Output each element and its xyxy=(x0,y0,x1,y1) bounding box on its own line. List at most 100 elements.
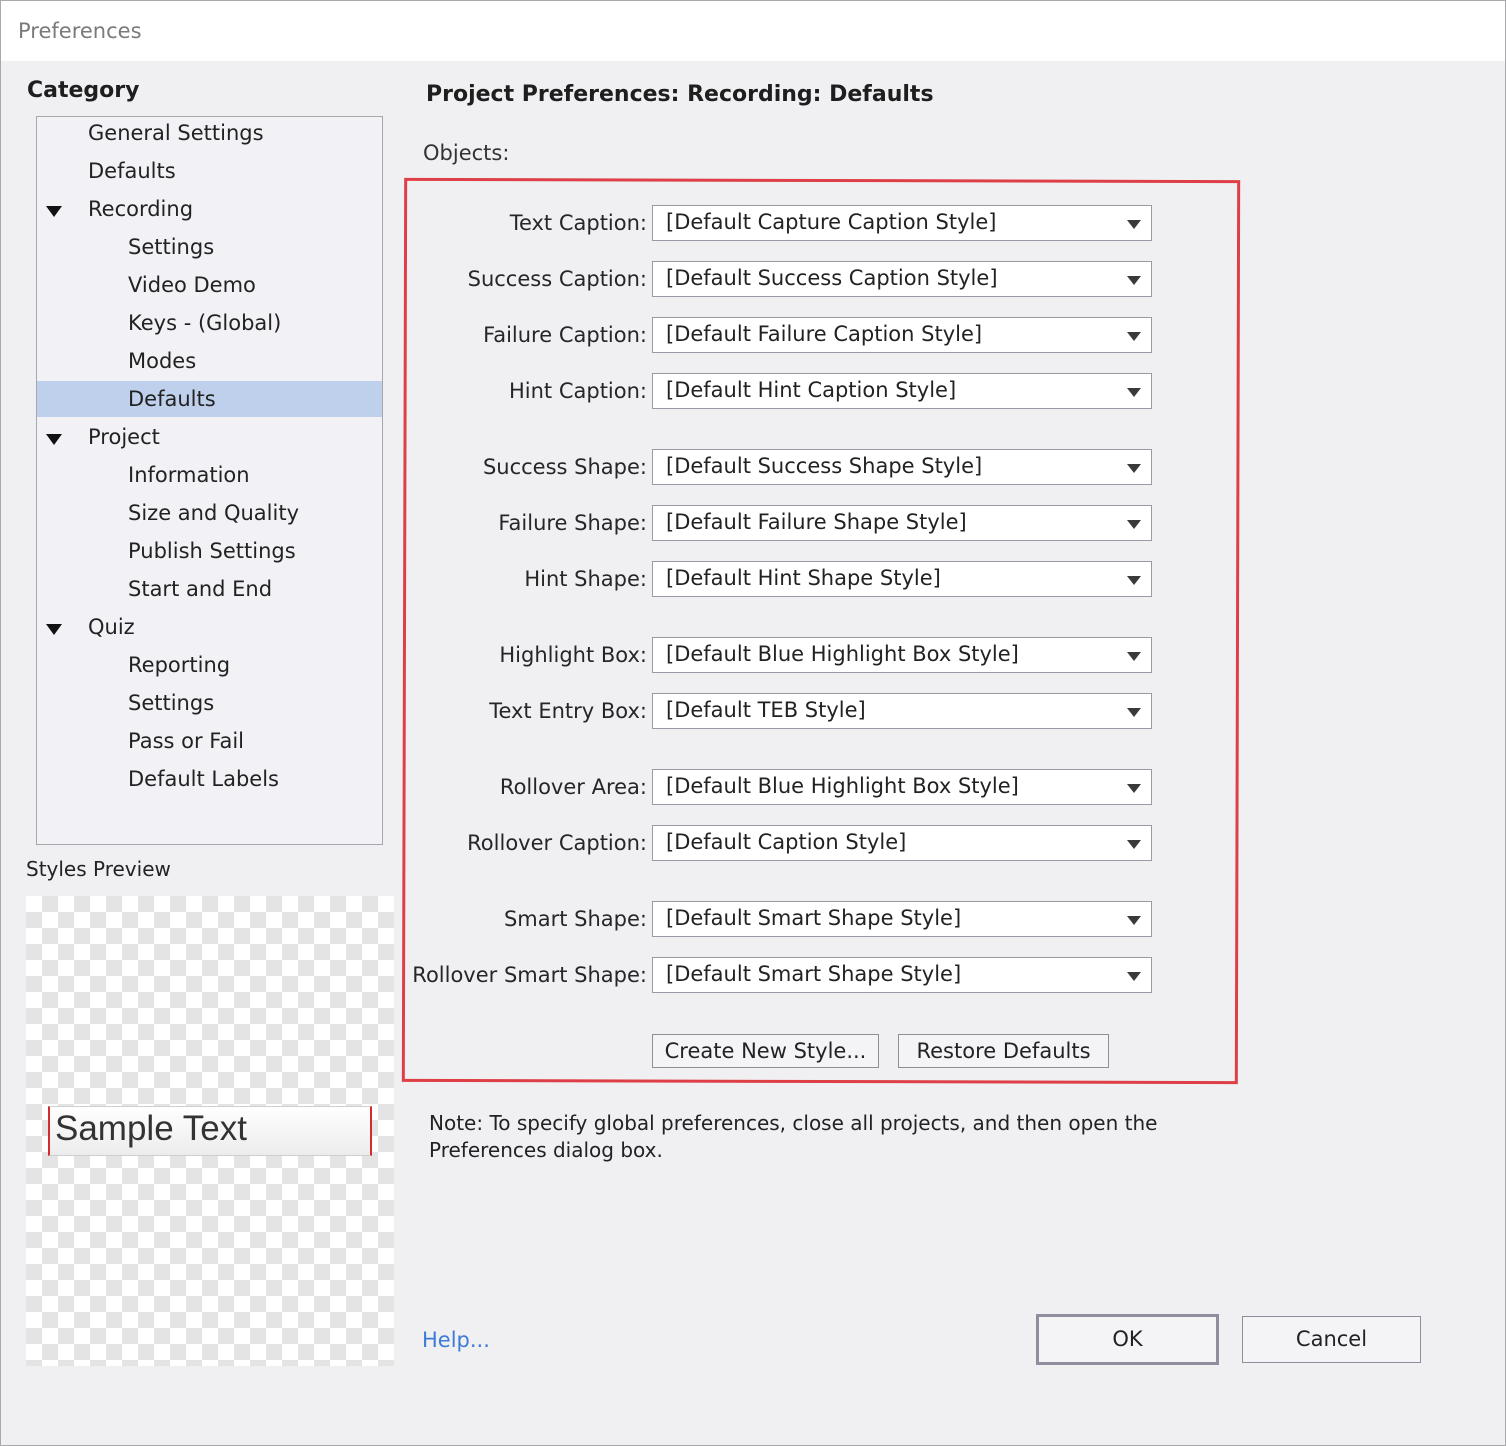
tree-item-settings[interactable]: Settings xyxy=(37,229,382,265)
tree-item-label: Project xyxy=(88,425,160,449)
style-dropdown[interactable]: [Default Capture Caption Style] xyxy=(652,205,1152,241)
tree-item-label: Information xyxy=(128,463,250,487)
style-dropdown[interactable]: [Default Failure Caption Style] xyxy=(652,317,1152,353)
tree-item-start-and-end[interactable]: Start and End xyxy=(37,571,382,607)
dropdown-caret-icon[interactable] xyxy=(1127,332,1141,341)
dropdown-caret-icon[interactable] xyxy=(1127,916,1141,925)
tree-item-recording[interactable]: Recording xyxy=(37,191,382,227)
tree-item-label: Settings xyxy=(128,235,215,259)
tree-item-label: Settings xyxy=(128,691,215,715)
dropdown-value: [Default Success Shape Style] xyxy=(666,454,983,478)
dropdown-value: [Default Failure Shape Style] xyxy=(666,510,967,534)
tree-item-publish-settings[interactable]: Publish Settings xyxy=(37,533,382,569)
tree-item-label: Reporting xyxy=(128,653,231,677)
dropdown-caret-icon[interactable] xyxy=(1127,784,1141,793)
restore-defaults-button[interactable]: Restore Defaults xyxy=(898,1034,1109,1068)
tree-item-label: Quiz xyxy=(88,615,135,639)
dropdown-caret-icon[interactable] xyxy=(1127,576,1141,585)
tree-item-project[interactable]: Project xyxy=(37,419,382,455)
style-dropdown[interactable]: [Default Success Shape Style] xyxy=(652,449,1152,485)
tree-item-label: Defaults xyxy=(128,387,216,411)
tree-item-label: Modes xyxy=(128,349,197,373)
tree-item-label: Keys - (Global) xyxy=(128,311,282,335)
tree-item-pass-or-fail[interactable]: Pass or Fail xyxy=(37,723,382,759)
row-label: Success Shape: xyxy=(482,455,647,479)
expand-arrow-icon[interactable] xyxy=(46,206,62,217)
tree-item-label: Publish Settings xyxy=(128,539,296,563)
style-dropdown[interactable]: [Default Blue Highlight Box Style] xyxy=(652,769,1152,805)
style-dropdown[interactable]: [Default Smart Shape Style] xyxy=(652,901,1152,937)
styles-preview: Sample Text xyxy=(26,896,394,1366)
row-label: Highlight Box: xyxy=(499,643,647,667)
category-tree[interactable]: General Settings Defaults Recording Setting… xyxy=(36,116,383,845)
dropdown-caret-icon[interactable] xyxy=(1127,708,1141,717)
tree-item-defaults[interactable]: Defaults xyxy=(37,381,382,417)
dropdown-caret-icon[interactable] xyxy=(1127,276,1141,285)
tree-item-label: General Settings xyxy=(88,121,264,145)
row-label: Success Caption: xyxy=(467,267,647,291)
style-dropdown[interactable]: [Default Smart Shape Style] xyxy=(652,957,1152,993)
row-label: Rollover Smart Shape: xyxy=(412,963,647,987)
cancel-button[interactable]: Cancel xyxy=(1242,1316,1421,1363)
dropdown-value: [Default Caption Style] xyxy=(666,830,907,854)
tree-item-label: Default Labels xyxy=(128,767,279,791)
row-label: Text Caption: xyxy=(509,211,647,235)
style-dropdown[interactable]: [Default Blue Highlight Box Style] xyxy=(652,637,1152,673)
style-dropdown[interactable]: [Default Caption Style] xyxy=(652,825,1152,861)
dropdown-value: [Default Blue Highlight Box Style] xyxy=(666,774,1019,798)
objects-label: Objects: xyxy=(423,141,510,165)
annotation-highlight-box xyxy=(401,177,1241,1085)
sample-text: Sample Text xyxy=(55,1109,247,1148)
tree-item-default-labels[interactable]: Default Labels xyxy=(37,761,382,797)
tree-item-video-demo[interactable]: Video Demo xyxy=(37,267,382,303)
expand-arrow-icon[interactable] xyxy=(46,624,62,635)
create-new-style-button[interactable]: Create New Style... xyxy=(652,1034,879,1068)
row-label: Hint Caption: xyxy=(508,379,647,403)
row-label: Hint Shape: xyxy=(524,567,647,591)
tree-item-modes[interactable]: Modes xyxy=(37,343,382,379)
tree-item-settings[interactable]: Settings xyxy=(37,685,382,721)
row-label: Failure Shape: xyxy=(498,511,647,535)
dropdown-caret-icon[interactable] xyxy=(1127,388,1141,397)
tree-item-defaults[interactable]: Defaults xyxy=(37,153,382,189)
style-dropdown[interactable]: [Default Success Caption Style] xyxy=(652,261,1152,297)
dropdown-value: [Default Hint Caption Style] xyxy=(666,378,957,402)
styles-preview-label: Styles Preview xyxy=(26,857,171,881)
dropdown-caret-icon[interactable] xyxy=(1127,972,1141,981)
style-dropdown[interactable]: [Default Hint Shape Style] xyxy=(652,561,1152,597)
dropdown-value: [Default Hint Shape Style] xyxy=(666,566,941,590)
row-label: Rollover Caption: xyxy=(467,831,647,855)
tree-item-label: Start and End xyxy=(128,577,273,601)
help-link[interactable]: Help... xyxy=(422,1328,490,1352)
style-dropdown[interactable]: [Default TEB Style] xyxy=(652,693,1152,729)
row-label: Smart Shape: xyxy=(503,907,647,931)
style-dropdown[interactable]: [Default Hint Caption Style] xyxy=(652,373,1152,409)
tree-item-general-settings[interactable]: General Settings xyxy=(37,115,382,151)
title-bar: Preferences xyxy=(1,1,1505,61)
tree-item-label: Video Demo xyxy=(128,273,256,297)
row-label: Failure Caption: xyxy=(483,323,647,347)
dropdown-value: [Default TEB Style] xyxy=(666,698,866,722)
dropdown-caret-icon[interactable] xyxy=(1127,464,1141,473)
tree-item-information[interactable]: Information xyxy=(37,457,382,493)
dropdown-caret-icon[interactable] xyxy=(1127,652,1141,661)
window-title: Preferences xyxy=(18,19,142,43)
category-label: Category xyxy=(27,78,140,103)
row-label: Text Entry Box: xyxy=(489,699,647,723)
tree-item-label: Pass or Fail xyxy=(128,729,244,753)
tree-item-label: Recording xyxy=(88,197,194,221)
dropdown-caret-icon[interactable] xyxy=(1127,220,1141,229)
tree-item-reporting[interactable]: Reporting xyxy=(37,647,382,683)
dropdown-value: [Default Smart Shape Style] xyxy=(666,906,962,930)
tree-item-keys-global[interactable]: Keys - (Global) xyxy=(37,305,382,341)
expand-arrow-icon[interactable] xyxy=(46,434,62,445)
row-label: Rollover Area: xyxy=(499,775,647,799)
dropdown-value: [Default Success Caption Style] xyxy=(666,266,998,290)
tree-item-quiz[interactable]: Quiz xyxy=(37,609,382,645)
ok-button[interactable]: OK xyxy=(1036,1314,1219,1365)
tree-item-label: Size and Quality xyxy=(128,501,300,525)
tree-item-size-and-quality[interactable]: Size and Quality xyxy=(37,495,382,531)
dropdown-caret-icon[interactable] xyxy=(1127,520,1141,529)
dropdown-caret-icon[interactable] xyxy=(1127,840,1141,849)
style-dropdown[interactable]: [Default Failure Shape Style] xyxy=(652,505,1152,541)
